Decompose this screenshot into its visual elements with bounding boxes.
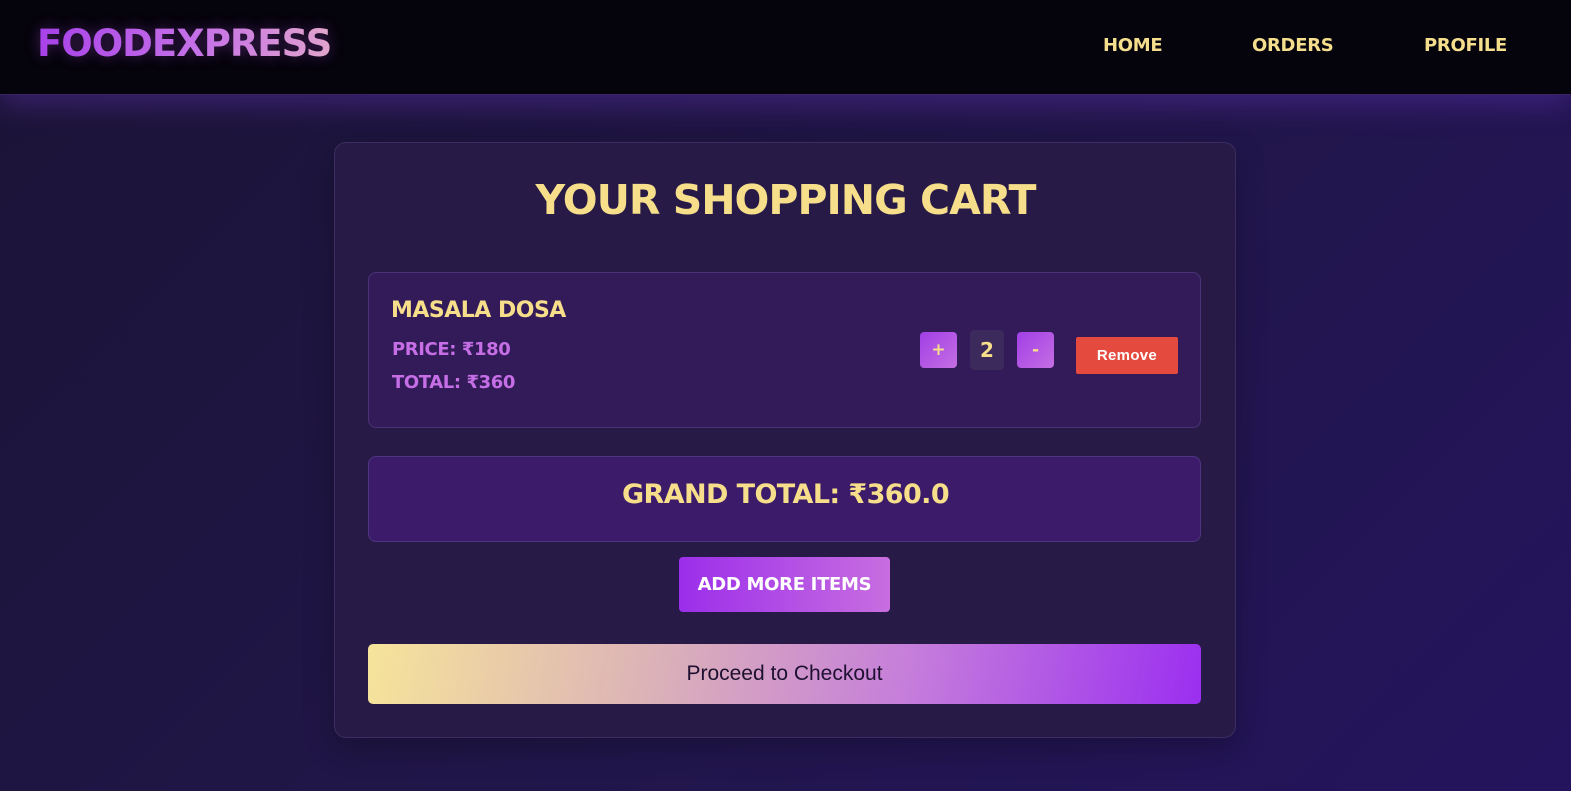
decrease-quantity-button[interactable]: -	[1017, 332, 1054, 368]
cart-item-name: MASALA DOSA	[391, 298, 566, 323]
nav-link-profile[interactable]: PROFILE	[1424, 35, 1507, 56]
cart-item-price: PRICE: ₹180	[392, 339, 511, 360]
nav-link-home[interactable]: HOME	[1103, 35, 1163, 56]
proceed-to-checkout-button[interactable]: Proceed to Checkout	[368, 644, 1201, 704]
nav-link-orders[interactable]: ORDERS	[1252, 35, 1334, 56]
top-navbar: FOODEXPRESS HOME ORDERS PROFILE	[0, 0, 1571, 95]
cart-item-total: TOTAL: ₹360	[392, 372, 516, 393]
quantity-value: 2	[970, 330, 1004, 370]
grand-total-text: GRAND TOTAL: ₹360.0	[621, 479, 950, 510]
brand-logo[interactable]: FOODEXPRESS	[37, 22, 332, 65]
add-more-items-button[interactable]: ADD MORE ITEMS	[679, 557, 890, 612]
cart-title: YOUR SHOPPING CART	[535, 176, 1036, 224]
remove-item-button[interactable]: Remove	[1076, 337, 1178, 374]
increase-quantity-button[interactable]: +	[920, 332, 957, 368]
